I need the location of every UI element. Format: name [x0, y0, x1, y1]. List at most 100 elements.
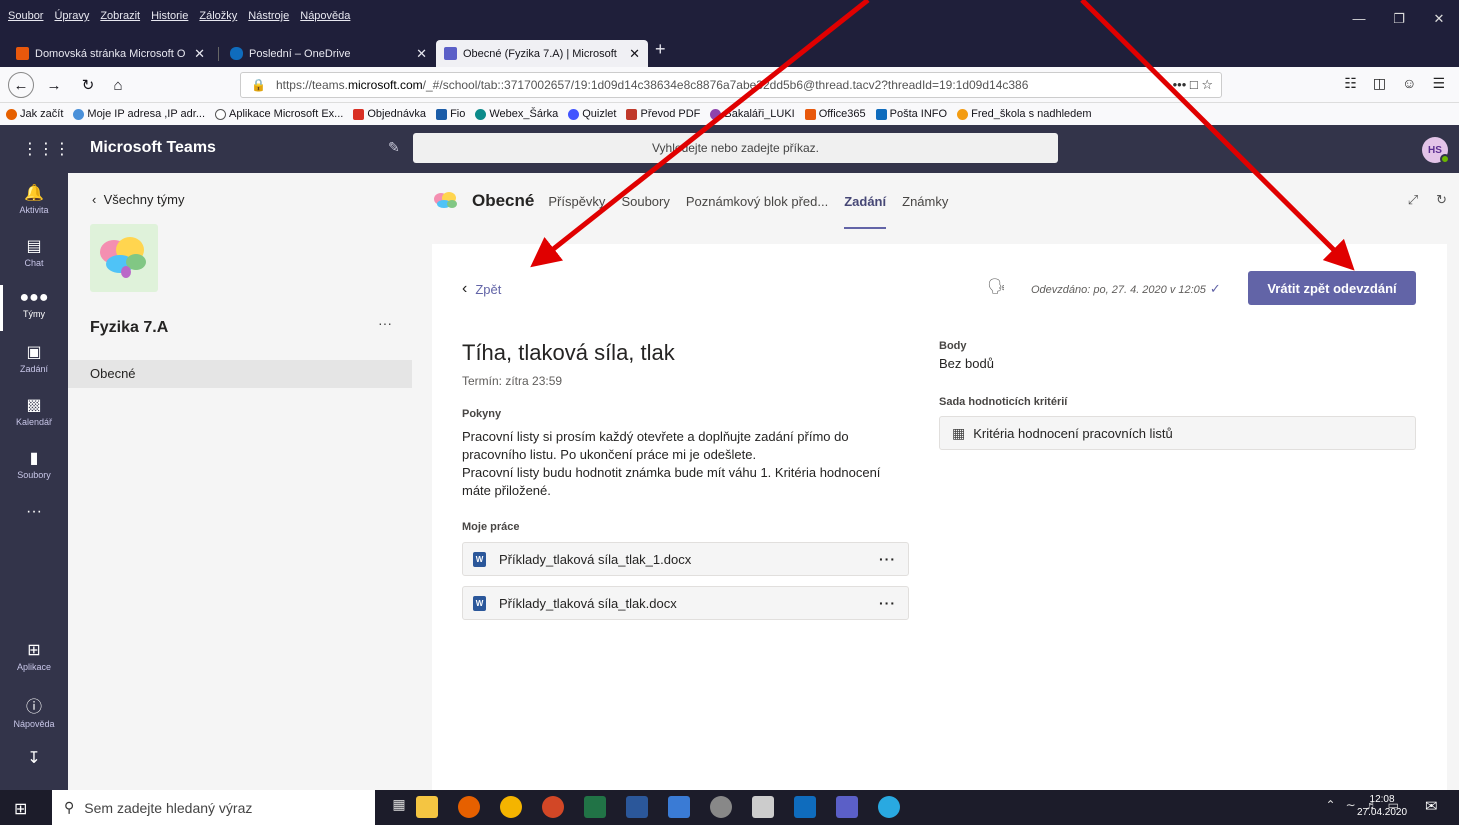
undo-turn-in-button[interactable]: Vrátit zpět odevzdání	[1248, 271, 1416, 305]
close-tab-icon[interactable]: ✕	[629, 46, 640, 62]
bookmark-item[interactable]: Pošta INFO	[875, 108, 947, 120]
teams-icon[interactable]	[836, 796, 858, 818]
rubric-card[interactable]: ▦ Kritéria hodnocení pracovních listů	[939, 416, 1416, 450]
reload-icon[interactable]: ↻	[76, 74, 100, 96]
menu-upravy[interactable]: Úpravy	[54, 10, 89, 22]
app-icon[interactable]	[710, 796, 732, 818]
browser-tab-office[interactable]: Domovská stránka Microsoft O ✕	[8, 40, 213, 67]
calculator-icon[interactable]	[752, 796, 774, 818]
bookmark-item[interactable]: Fio	[436, 108, 465, 120]
chrome-icon[interactable]	[500, 796, 522, 818]
rail-item-teams[interactable]: ●●● Týmy	[0, 289, 68, 319]
tab-posts[interactable]: Příspěvky	[548, 173, 605, 229]
bookmark-item[interactable]: Aplikace Microsoft Ex...	[215, 108, 343, 120]
channel-item-general[interactable]: Obecné	[68, 360, 412, 388]
more-apps-icon[interactable]: ···	[0, 503, 68, 523]
bookmark-item[interactable]: Webex_Šárka	[475, 108, 558, 120]
close-icon[interactable]: ✕	[1419, 0, 1459, 37]
sidebar-icon[interactable]: ◫	[1373, 75, 1386, 92]
taskbar-search-input[interactable]: ⚲ Sem zadejte hledaný výraz	[52, 790, 375, 825]
whiteboard-icon[interactable]	[668, 796, 690, 818]
file-explorer-icon[interactable]	[416, 796, 438, 818]
menu-zalozky[interactable]: Záložky	[199, 10, 237, 22]
bookmark-item[interactable]: Quizlet	[568, 108, 616, 120]
tab-class-notebook[interactable]: Poznámkový blok před...	[686, 173, 828, 229]
team-more-options-icon[interactable]: ···	[378, 315, 392, 331]
bookmark-item[interactable]: Office365	[804, 108, 866, 120]
rail-item-chat[interactable]: ▤ Chat	[0, 236, 68, 268]
browser-tab-teams[interactable]: Obecné (Fyzika 7.A) | Microsoft ✕	[436, 40, 648, 67]
hamburger-menu-icon[interactable]: ☰	[1432, 75, 1445, 92]
outlook-icon[interactable]	[794, 796, 816, 818]
firefox-icon[interactable]	[458, 796, 480, 818]
bookmark-item[interactable]: Jak začít	[6, 108, 63, 120]
powerpoint-icon[interactable]	[542, 796, 564, 818]
wifi-icon[interactable]: ∼	[1346, 798, 1356, 812]
url-bar[interactable]: 🔒 https://teams. microsoft.com/_#/school/…	[240, 72, 1222, 98]
task-view-icon[interactable]: ▦	[388, 796, 410, 818]
app-icon[interactable]	[878, 796, 900, 818]
browser-tab-onedrive[interactable]: Poslední – OneDrive ✕	[222, 40, 435, 67]
bookmark-item[interactable]: Převod PDF	[626, 108, 700, 120]
menu-historie[interactable]: Historie	[151, 10, 188, 22]
account-icon[interactable]: ☺	[1402, 75, 1416, 92]
rail-item-calendar[interactable]: ▩ Kalendář	[0, 395, 68, 427]
menu-soubor[interactable]: Soubor	[8, 10, 43, 22]
tab-assignments[interactable]: Zadání	[844, 173, 886, 229]
rail-item-files[interactable]: ▮ Soubory	[0, 448, 68, 480]
clock[interactable]: 12:08 27.04.2020	[1357, 793, 1407, 819]
close-tab-icon[interactable]: ✕	[194, 46, 205, 62]
bookmark-item[interactable]: Moje IP adresa ,IP adr...	[73, 108, 205, 120]
app-launcher-icon[interactable]: ⋮⋮⋮	[22, 139, 70, 159]
browser-navbar: ← → ↻ ⌂ 🔒 https://teams. microsoft.com/_#…	[0, 67, 1459, 103]
rail-item-activity[interactable]: 🔔 Aktivita	[0, 183, 68, 215]
bookmark-label: Bakaláři_LUKI	[724, 108, 795, 120]
windows-start-icon[interactable]: ⊞	[14, 799, 27, 819]
forward-arrow-icon[interactable]: →	[42, 74, 66, 96]
search-input[interactable]: Vyhledejte nebo zadejte příkaz.	[413, 133, 1058, 163]
library-icon[interactable]: ☷	[1344, 75, 1357, 92]
notification-center-icon[interactable]: ✉	[1425, 797, 1438, 815]
team-avatar-brain-icon	[90, 224, 158, 292]
restore-icon[interactable]: ❐	[1379, 0, 1419, 37]
file-more-options-icon[interactable]: ···	[879, 595, 896, 611]
bookmarks-bar: Jak začít Moje IP adresa ,IP adr... Apli…	[0, 103, 1459, 125]
bookmark-item[interactable]: Fred_škola s nadhledem	[957, 108, 1092, 120]
download-icon: ↧	[27, 750, 41, 767]
rail-item-apps[interactable]: ⊞ Aplikace	[0, 640, 68, 672]
menu-napoveda[interactable]: Nápověda	[300, 10, 350, 22]
url-prefix: https://teams.	[275, 78, 348, 92]
menu-nastroje[interactable]: Nástroje	[248, 10, 289, 22]
rail-item-help[interactable]: ⓘ Nápověda	[0, 693, 68, 729]
bookmark-item[interactable]: Bakaláři_LUKI	[710, 108, 795, 120]
file-more-options-icon[interactable]: ···	[879, 551, 896, 567]
download-app-icon[interactable]: ↧	[0, 748, 68, 770]
excel-icon[interactable]	[584, 796, 606, 818]
close-tab-icon[interactable]: ✕	[416, 46, 427, 62]
attached-file[interactable]: W Příklady_tlaková síla_tlak_1.docx ···	[462, 542, 909, 576]
menu-zobrazit[interactable]: Zobrazit	[100, 10, 140, 22]
back-arrow-icon[interactable]: ←	[8, 72, 34, 98]
chevron-up-icon[interactable]: ⌃	[1326, 798, 1336, 812]
rail-item-assignments[interactable]: ▣ Zadání	[0, 342, 68, 374]
all-teams-link[interactable]: ‹ Všechny týmy	[92, 192, 185, 207]
avatar-initials: HS	[1428, 144, 1442, 156]
tab-files[interactable]: Soubory	[621, 173, 669, 229]
instructions-line: máte přiložené.	[462, 483, 551, 498]
avatar[interactable]: HS	[1422, 137, 1450, 164]
word-icon[interactable]	[626, 796, 648, 818]
rail-label: Nápověda	[13, 719, 55, 729]
tab-grades[interactable]: Známky	[902, 173, 948, 229]
back-button[interactable]: ‹ Zpět	[462, 280, 501, 298]
new-tab-icon[interactable]: +	[655, 39, 666, 60]
minimize-icon[interactable]: —	[1339, 0, 1379, 37]
page-actions-icon[interactable]: ••• □ ☆	[1166, 77, 1213, 93]
immersive-reader-icon[interactable]: 🗣	[987, 277, 1006, 295]
home-icon[interactable]: ⌂	[106, 74, 130, 96]
expand-icon[interactable]: ⤢	[1408, 192, 1418, 208]
bookmark-icon	[353, 108, 365, 120]
refresh-icon[interactable]: ↻	[1436, 192, 1447, 208]
attached-file[interactable]: W Příklady_tlaková síla_tlak.docx ···	[462, 586, 909, 620]
bookmark-item[interactable]: Objednávka	[353, 108, 426, 120]
new-chat-icon[interactable]: ✎	[388, 139, 400, 156]
